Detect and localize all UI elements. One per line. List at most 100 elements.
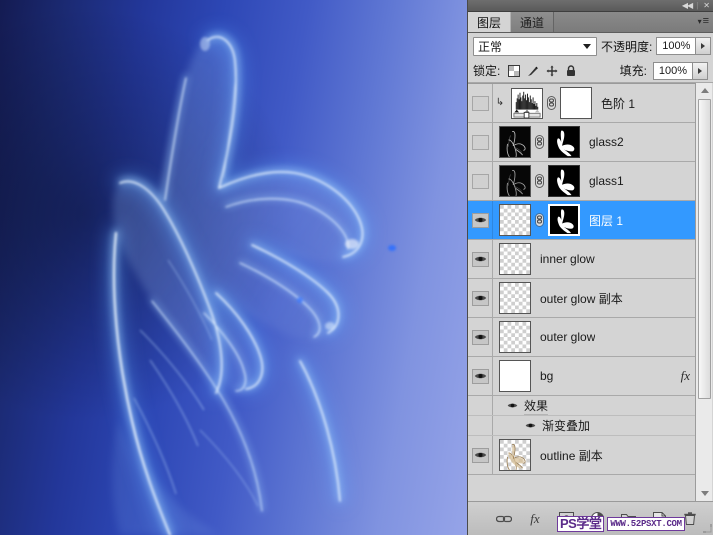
neon-hand-artwork — [0, 0, 467, 535]
lock-label: 锁定: — [473, 64, 501, 78]
tab-layers[interactable]: 图层 — [468, 12, 512, 32]
layer-row[interactable]: glass1 — [468, 162, 696, 201]
link-icon[interactable] — [534, 174, 545, 188]
layer-visibility-cell[interactable] — [468, 84, 493, 122]
layer-name: outline 副本 — [540, 448, 603, 463]
layer-mask-thumbnail-active[interactable] — [548, 204, 580, 236]
effect-label: 渐变叠加 — [542, 419, 591, 433]
layer-row[interactable]: ↳ 色阶 1 — [468, 84, 696, 123]
layer-thumbnail[interactable] — [499, 282, 531, 314]
layer-visibility-cell[interactable] — [468, 357, 493, 395]
layer-list[interactable]: ↳ 色阶 1 glass2 glass1 图层 1 inner glow out… — [468, 83, 696, 501]
layer-thumbnail[interactable] — [499, 360, 531, 392]
hamburger-icon: ≡ — [702, 15, 709, 27]
layer-mask-thumbnail[interactable] — [548, 126, 580, 158]
eye-icon[interactable] — [471, 212, 489, 228]
layer-visibility-cell[interactable] — [468, 123, 493, 161]
eye-icon[interactable] — [471, 290, 489, 306]
neon-hand-svg — [107, 30, 396, 535]
layer-visibility-cell[interactable] — [468, 201, 493, 239]
blend-mode-row: 正常 不透明度: 100% — [468, 33, 713, 59]
eye-icon[interactable] — [471, 447, 489, 463]
layer-row[interactable]: outer glow 副本 — [468, 279, 696, 318]
layer-style-fx-icon[interactable]: fx — [681, 368, 690, 384]
lock-image-icon[interactable] — [527, 65, 539, 77]
layer-row[interactable]: inner glow — [468, 240, 696, 279]
close-icon[interactable]: ✕ — [703, 1, 710, 10]
layer-thumbnail[interactable] — [499, 321, 531, 353]
layer-row[interactable]: outline 副本 — [468, 436, 696, 475]
lock-all-icon[interactable] — [565, 64, 577, 77]
eye-icon[interactable] — [507, 402, 518, 409]
layer-row-selected[interactable]: 图层 1 — [468, 201, 696, 240]
blend-mode-value: 正常 — [478, 39, 503, 54]
scroll-up-button[interactable] — [696, 83, 713, 98]
new-layer-button[interactable] — [651, 511, 667, 527]
layer-name: bg — [540, 369, 554, 383]
chevron-down-icon: ▾ — [697, 17, 702, 26]
layer-name: inner glow — [540, 252, 595, 266]
layers-panel-toolbar: fx PS学堂 WWW.52PSXT.COM — [468, 501, 713, 535]
link-icon[interactable] — [534, 213, 545, 227]
titlebar-separator: | — [696, 1, 699, 10]
layer-name: 色阶 1 — [601, 96, 636, 111]
layer-thumbnail[interactable] — [499, 439, 531, 471]
link-layers-button[interactable] — [496, 511, 512, 527]
effect-row-gradient-overlay[interactable]: 渐变叠加 — [468, 416, 696, 436]
layer-list-scrollbar[interactable] — [695, 83, 712, 501]
eye-icon-hidden[interactable] — [471, 95, 489, 111]
watermark-url: WWW.52PSXT.COM — [607, 517, 685, 531]
layer-mask-thumbnail[interactable] — [560, 87, 592, 119]
lock-transparency-icon[interactable] — [508, 64, 521, 77]
fill-input[interactable]: 100% — [653, 61, 693, 80]
add-layer-style-button[interactable]: fx — [527, 511, 543, 527]
eye-icon-hidden[interactable] — [471, 173, 489, 189]
opacity-stepper[interactable] — [696, 37, 712, 55]
layer-thumbnail[interactable] — [499, 126, 531, 158]
layer-visibility-cell[interactable] — [468, 240, 493, 278]
scrollbar-thumb[interactable] — [698, 99, 711, 399]
opacity-label: 不透明度: — [601, 39, 653, 54]
panel-menu-button[interactable]: ▾ ≡ — [698, 16, 709, 27]
link-icon[interactable] — [546, 96, 557, 110]
layer-visibility-cell[interactable] — [468, 279, 493, 317]
link-icon[interactable] — [534, 135, 545, 149]
blend-mode-select[interactable]: 正常 — [473, 36, 597, 56]
photoshop-window: ◀◀ | ✕ 图层 通道 ▾ ≡ 正常 不透明度: 100% 锁定: 填充: 1… — [0, 0, 713, 535]
eye-icon[interactable] — [471, 329, 489, 345]
layer-row[interactable]: outer glow — [468, 318, 696, 357]
delete-layer-button[interactable] — [682, 511, 698, 527]
opacity-input[interactable]: 100% — [656, 37, 697, 55]
image-canvas[interactable] — [0, 0, 467, 535]
layer-thumbnail[interactable] — [499, 243, 531, 275]
add-layer-mask-button[interactable] — [558, 511, 574, 527]
layer-visibility-cell[interactable] — [468, 318, 493, 356]
eye-icon[interactable] — [525, 422, 536, 429]
new-fill-adjustment-button[interactable] — [589, 511, 605, 527]
eye-icon[interactable] — [471, 368, 489, 384]
tab-channels[interactable]: 通道 — [511, 12, 555, 32]
scroll-down-button[interactable] — [696, 486, 713, 501]
lock-position-icon[interactable] — [546, 65, 558, 77]
panel-resize-grip[interactable] — [702, 523, 712, 533]
layers-panel: ◀◀ | ✕ 图层 通道 ▾ ≡ 正常 不透明度: 100% 锁定: 填充: 1… — [467, 0, 713, 535]
layer-name: glass1 — [589, 174, 624, 188]
levels-thumbnail[interactable] — [511, 87, 543, 119]
new-group-button[interactable] — [620, 511, 636, 527]
fill-stepper[interactable] — [693, 61, 708, 80]
layer-thumbnail[interactable] — [499, 165, 531, 197]
layer-visibility-cell[interactable] — [468, 436, 493, 474]
layer-row[interactable]: bg fx — [468, 357, 696, 396]
eye-icon-hidden[interactable] — [471, 134, 489, 150]
panel-tab-strip: 图层 通道 ▾ ≡ — [468, 12, 713, 33]
fill-label: 填充: — [619, 64, 647, 78]
effects-group-row[interactable]: 效果 — [468, 396, 696, 416]
layer-mask-thumbnail[interactable] — [548, 165, 580, 197]
layer-thumbnail[interactable] — [499, 204, 531, 236]
layer-visibility-cell[interactable] — [468, 162, 493, 200]
clipping-mask-icon: ↳ — [495, 97, 505, 108]
collapse-icon[interactable]: ◀◀ — [682, 1, 693, 10]
layer-row[interactable]: glass2 — [468, 123, 696, 162]
eye-icon[interactable] — [471, 251, 489, 267]
chevron-down-icon — [583, 44, 591, 49]
